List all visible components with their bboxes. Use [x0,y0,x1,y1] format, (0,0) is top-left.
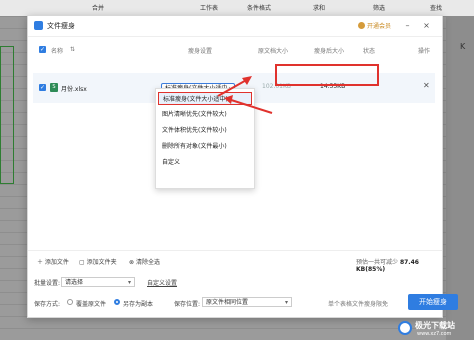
site-watermark: 极光下载站 www.xz7.com [398,318,474,340]
save-location-label: 保存位置: [174,301,201,308]
toolbar-merge[interactable]: 合并 [92,3,104,12]
clear-all-button[interactable]: ⊗ 清除全选 [129,257,160,266]
chevron-down-icon: ▾ [127,279,131,286]
batch-setting-label: 批量设置: [34,280,61,287]
file-slim-dialog: 文件瘦身 开通会员 – × ✓ 名称 ⇅ 瘦身设置 原文档大小 瘦身后大小 状态… [27,15,458,318]
save-location-select[interactable]: 原文件相同位置 ▾ [202,297,292,307]
column-label: K [460,42,466,51]
toolbar-find[interactable]: 查找 [430,3,442,12]
arrow-to-option [227,98,273,114]
arrow-head-option [224,95,233,104]
save-copy-radio[interactable] [114,299,120,305]
toolbar-conditional-format[interactable]: 条件格式 [247,3,271,12]
watermark-url: www.xz7.com [417,331,452,337]
column-header-strip: K [446,16,474,340]
batch-setting-placeholder: 请选择 [65,279,84,286]
start-slim-button[interactable]: 开始瘦身 [408,294,458,310]
watermark-text: 极光下载站 [415,321,455,330]
add-folder-button[interactable]: ▢ 添加文件夹 [79,257,117,266]
save-mode-label: 保存方式: [34,301,61,308]
free-tip: 单个表格文件瘦身限免 [328,301,389,308]
overwrite-radio[interactable] [67,299,73,305]
chevron-down-icon: ▾ [284,299,288,306]
toolbar-sum[interactable]: 求和 [313,3,325,12]
watermark-logo-icon [398,321,412,335]
cell-selection [0,46,14,184]
custom-setting-link[interactable]: 自定义设置 [147,278,177,287]
save-location-value: 原文件相同位置 [206,299,249,306]
toolbar-filter[interactable]: 筛选 [373,3,385,12]
estimate-text: 预估一共可减少 87.46 KB(85%) [356,259,419,273]
save-copy-label: 另存为副本 [123,301,154,308]
arrow-head-select [242,76,252,85]
overwrite-label: 覆盖原文件 [76,301,107,308]
toolbar-worksheet[interactable]: 工作表 [200,3,218,12]
footer-divider [28,250,442,251]
batch-setting-select[interactable]: 请选择 ▾ [61,277,135,287]
add-file-button[interactable]: ＋ 添加文件 [37,257,69,266]
